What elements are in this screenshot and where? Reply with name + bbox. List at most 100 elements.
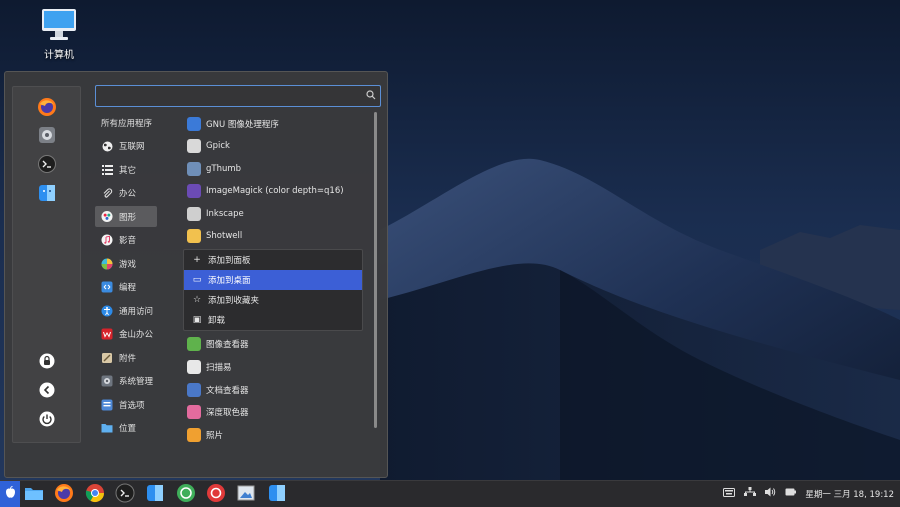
app-icon — [187, 229, 201, 244]
app-list: GNU 图像处理程序 Gpick gThumb ImageMagick (color … — [183, 113, 365, 447]
finder-icon — [146, 484, 164, 505]
app-item[interactable]: 扫描易 — [185, 357, 365, 378]
app-item[interactable]: gThumb — [185, 158, 365, 179]
desktop-computer-shortcut[interactable]: 计算机 — [34, 8, 84, 61]
taskbar: 星期一 三月 18, 19:12 — [0, 480, 900, 507]
app-label: Shotwell — [206, 231, 243, 242]
app-label: 照片 — [206, 430, 224, 441]
category-all-apps[interactable]: 所有应用程序 — [95, 112, 157, 133]
logout-button[interactable] — [36, 380, 58, 402]
preferences-icon — [101, 399, 113, 411]
category-graphics[interactable]: 图形 — [95, 206, 157, 227]
taskbar-chrome[interactable] — [84, 483, 106, 505]
app-icon — [187, 405, 201, 420]
system-tray: 星期一 三月 18, 19:12 — [723, 487, 894, 500]
category-wps[interactable]: 金山办公 — [95, 324, 157, 345]
taskbar-files[interactable] — [23, 483, 45, 505]
category-folder[interactable]: 位置 — [95, 418, 157, 439]
terminal-icon — [115, 483, 135, 506]
context-uninstall[interactable]: ▣ 卸载 — [184, 310, 362, 330]
category-label: 互联网 — [119, 142, 145, 152]
app-item[interactable]: 文档查看器 — [185, 379, 365, 400]
gamepad-icon — [101, 258, 113, 270]
taskbar-app-green[interactable] — [175, 483, 197, 505]
globe-icon — [101, 140, 113, 152]
app-item[interactable]: 图像查看器 — [185, 334, 365, 355]
green-app-icon — [176, 483, 196, 506]
context-menu: + 添加到面板 ▭ 添加到桌面 ☆ 添加到收藏夹 ▣ 卸载 — [183, 248, 363, 331]
search-box[interactable] — [95, 85, 381, 107]
taskbar-finder[interactable] — [144, 483, 166, 505]
graphics-icon — [101, 210, 113, 223]
keyboard-icon[interactable] — [723, 487, 736, 500]
accessibility-icon — [101, 305, 113, 317]
clock[interactable]: 星期一 三月 18, 19:12 — [805, 488, 894, 500]
code-icon — [101, 281, 113, 293]
app-icon — [187, 184, 201, 199]
apple-logo-icon — [5, 486, 16, 502]
finder-favorite[interactable] — [36, 183, 58, 205]
category-preferences[interactable]: 首选项 — [95, 394, 157, 415]
app-label: gThumb — [206, 163, 242, 174]
app-item[interactable]: Shotwell — [185, 226, 365, 247]
taskbar-firefox[interactable] — [53, 483, 75, 505]
power-icon — [39, 411, 55, 430]
battery-icon[interactable] — [785, 488, 797, 499]
category-list[interactable]: 其它 — [95, 159, 157, 180]
context-add-to-panel[interactable]: + 添加到面板 — [184, 250, 362, 270]
app-icon — [187, 337, 201, 352]
category-label: 首选项 — [119, 400, 145, 411]
category-system[interactable]: 系统管理 — [95, 371, 157, 392]
chrome-icon — [85, 483, 105, 506]
volume-icon[interactable] — [765, 487, 776, 500]
category-list: 所有应用程序互联网其它办公图形影音游戏编程通用访问金山办公附件系统管理首选项位置 — [95, 112, 157, 441]
trash-icon: ▣ — [192, 314, 202, 325]
context-add-to-favorites[interactable]: ☆ 添加到收藏夹 — [184, 290, 362, 310]
category-code[interactable]: 编程 — [95, 277, 157, 298]
terminal-favorite[interactable] — [36, 154, 58, 176]
app-icon — [187, 360, 201, 375]
context-add-to-desktop[interactable]: ▭ 添加到桌面 — [184, 269, 362, 290]
app-list-scrollbar[interactable] — [374, 112, 377, 428]
wps-icon — [101, 328, 113, 340]
network-icon[interactable] — [744, 487, 757, 500]
app-item[interactable]: 深度取色器 — [185, 402, 365, 423]
system-icon — [101, 375, 113, 387]
category-music[interactable]: 影音 — [95, 230, 157, 251]
lock-button[interactable] — [36, 351, 58, 373]
category-gamepad[interactable]: 游戏 — [95, 253, 157, 274]
app-item[interactable]: Gpick — [185, 136, 365, 157]
category-label: 办公 — [119, 189, 137, 199]
image-viewer-icon — [237, 484, 255, 505]
app-label: 深度取色器 — [206, 408, 249, 419]
system-settings-icon — [38, 126, 56, 147]
app-item[interactable]: ImageMagick (color depth=q16) — [185, 181, 365, 202]
taskbar-music[interactable] — [205, 483, 227, 505]
category-label: 编程 — [119, 283, 137, 293]
power-button[interactable] — [36, 409, 58, 431]
category-paperclip[interactable]: 办公 — [95, 183, 157, 204]
computer-icon — [41, 8, 77, 42]
firefox-favorite[interactable] — [36, 97, 58, 119]
app-icon — [187, 116, 201, 131]
category-label: 附件 — [119, 353, 137, 364]
category-label: 游戏 — [119, 259, 137, 270]
netease-music-icon — [206, 483, 226, 506]
category-globe[interactable]: 互联网 — [95, 136, 157, 157]
category-accessibility[interactable]: 通用访问 — [95, 300, 157, 321]
context-label: 添加到面板 — [208, 255, 251, 266]
taskbar-image-viewer[interactable] — [235, 483, 257, 505]
taskbar-terminal[interactable] — [114, 483, 136, 505]
settings-favorite[interactable] — [36, 125, 58, 147]
app-item[interactable]: GNU 图像处理程序 — [185, 113, 365, 134]
taskbar-finder-2[interactable] — [266, 483, 288, 505]
start-menu: 所有应用程序互联网其它办公图形影音游戏编程通用访问金山办公附件系统管理首选项位置… — [4, 71, 388, 478]
paperclip-icon — [101, 187, 113, 199]
app-icon — [187, 427, 201, 442]
chevron-left-icon — [39, 382, 55, 401]
app-item[interactable]: Inkscape — [185, 203, 365, 224]
search-input[interactable] — [100, 88, 359, 104]
category-accessories[interactable]: 附件 — [95, 347, 157, 368]
start-button[interactable] — [0, 481, 20, 507]
app-item[interactable]: 照片 — [185, 424, 365, 445]
